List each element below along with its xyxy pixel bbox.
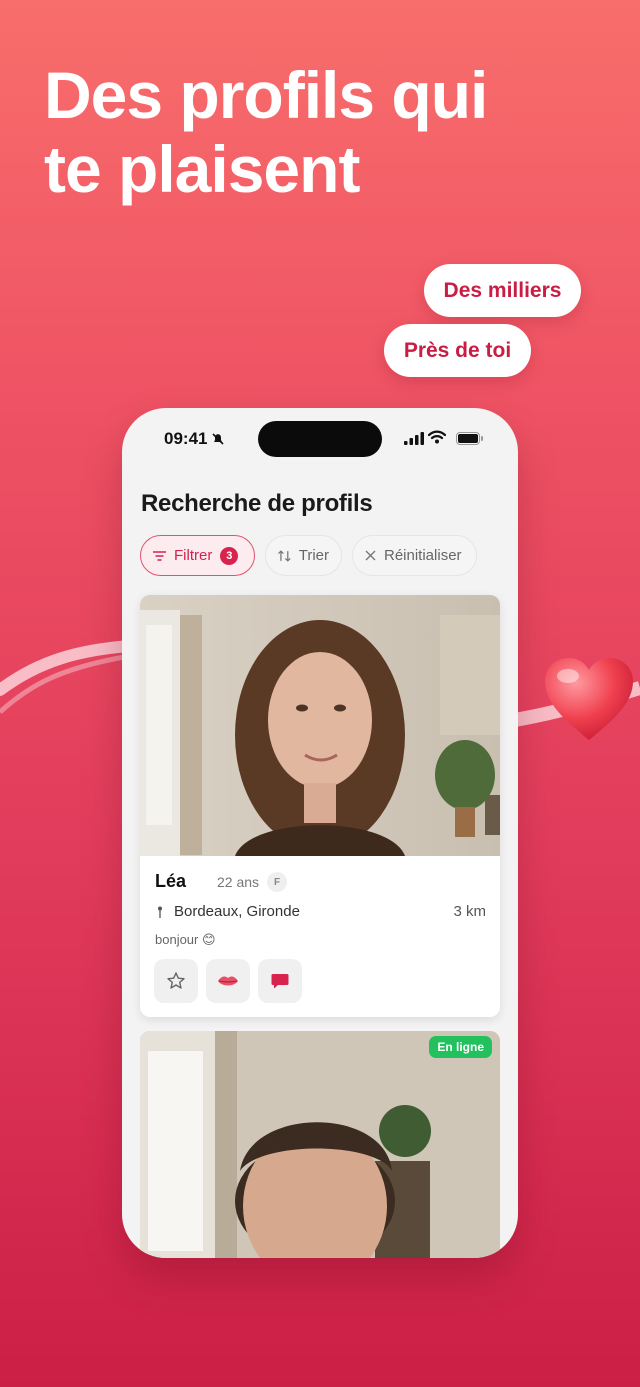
gender-badge: F — [267, 872, 287, 892]
pill-thousands: Des milliers — [424, 264, 581, 317]
headline: Des profils qui te plaisent — [44, 58, 604, 206]
pill-nearby: Près de toi — [384, 324, 531, 377]
heart-icon — [545, 658, 633, 740]
chat-icon — [271, 974, 289, 989]
status-time: 09:41 — [164, 429, 208, 448]
profile-photo-2 — [140, 1031, 500, 1258]
bell-muted-icon — [212, 433, 224, 445]
wifi-icon — [428, 430, 446, 444]
reset-label: Réinitialiser — [384, 547, 462, 564]
profile-bio: bonjour 😊 — [155, 932, 216, 947]
location-pin-icon — [158, 906, 162, 918]
profile-location: Bordeaux, Gironde — [174, 903, 300, 920]
headline-line-1: Des profils qui — [44, 58, 488, 132]
reset-button[interactable]: Réinitialiser — [352, 535, 477, 576]
page-title: Recherche de profils — [141, 490, 373, 517]
phone-mockup: 09:41 Recherche de profils Filtrer 3 Tri… — [122, 408, 518, 1258]
profile-age: 22 ans — [217, 874, 260, 890]
filter-icon — [153, 550, 166, 561]
profile-distance: 3 km — [453, 903, 486, 920]
message-button[interactable] — [258, 959, 302, 1003]
filter-button[interactable]: Filtrer 3 — [140, 535, 255, 576]
headline-line-2: te plaisent — [44, 132, 360, 206]
sort-button[interactable]: Trier — [265, 535, 342, 576]
profile-card[interactable]: Léa 22 ans F Bordeaux, Gironde 3 km bonj… — [140, 595, 500, 1017]
status-bar: 09:41 — [122, 408, 518, 468]
filter-count-badge: 3 — [220, 546, 239, 565]
star-icon — [167, 972, 185, 989]
online-badge: En ligne — [429, 1036, 492, 1058]
sort-label: Trier — [298, 547, 329, 564]
filter-label: Filtrer — [174, 547, 213, 564]
sort-arrows-icon — [278, 549, 291, 562]
close-icon — [365, 550, 376, 561]
kiss-button[interactable] — [206, 959, 250, 1003]
dynamic-island — [258, 421, 382, 457]
signal-icon — [404, 432, 424, 445]
profile-photo — [140, 595, 500, 856]
favorite-button[interactable] — [154, 959, 198, 1003]
profile-name: Léa — [155, 871, 187, 891]
kiss-icon — [218, 976, 238, 986]
profile-card-2[interactable]: En ligne — [140, 1031, 500, 1258]
battery-icon — [456, 432, 483, 445]
